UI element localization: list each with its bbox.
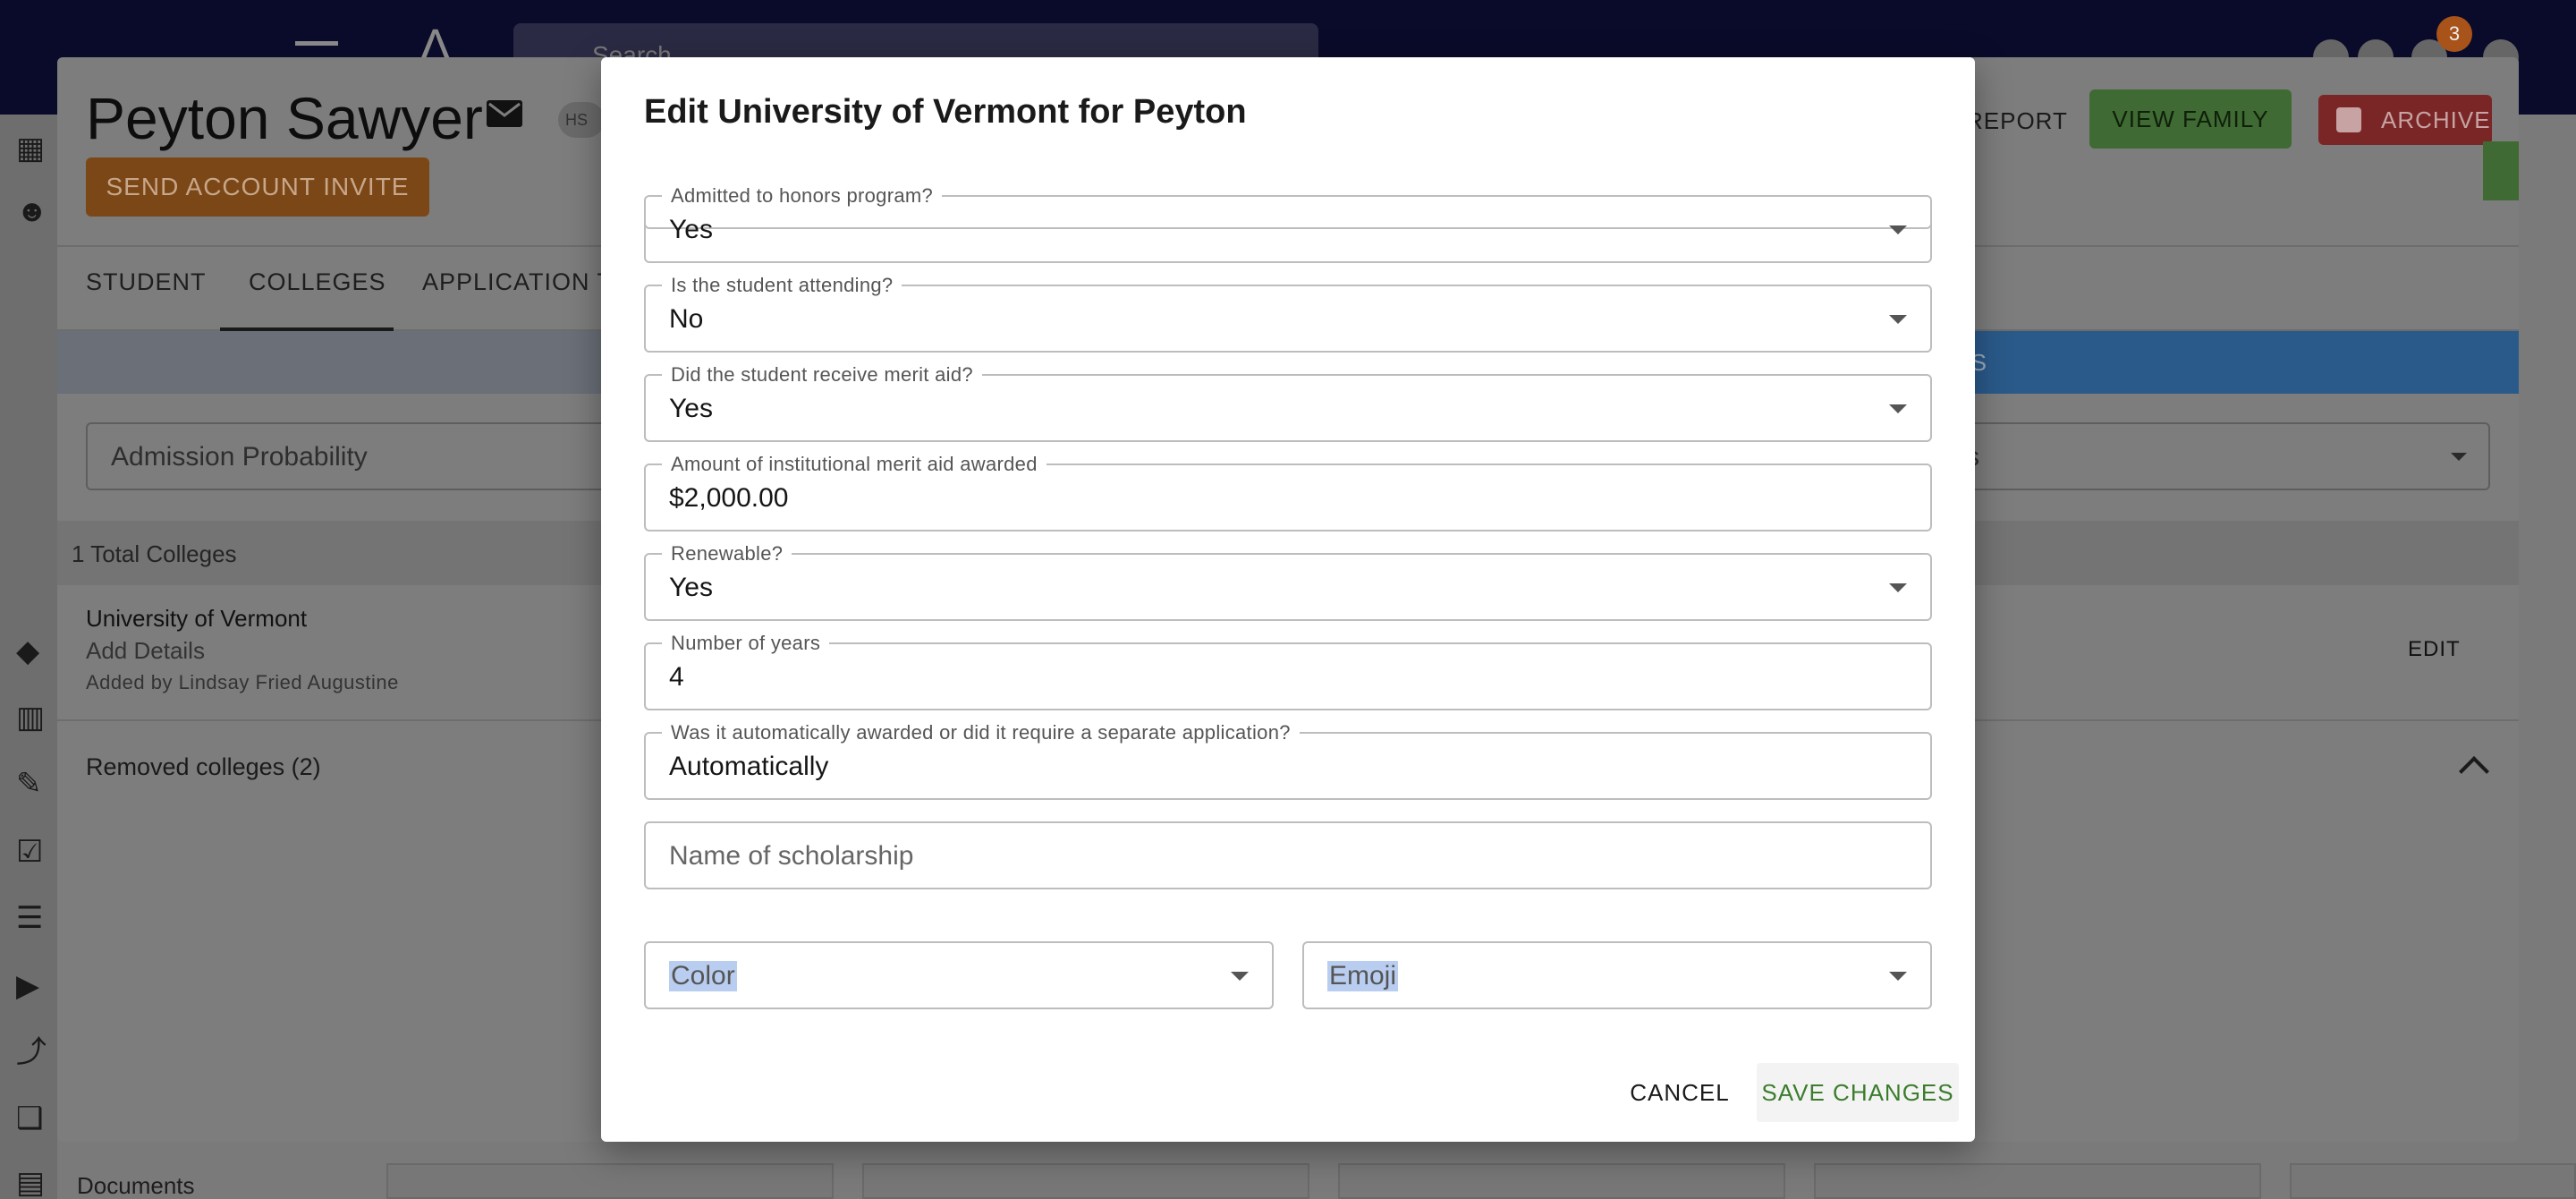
award-type-label: Was it automatically awarded or did it r… bbox=[662, 721, 1300, 744]
chevron-down-icon bbox=[1889, 225, 1907, 234]
graph-icon[interactable]: ✎ bbox=[16, 768, 55, 800]
attending-select[interactable]: Is the student attending? No bbox=[644, 274, 1932, 353]
color-placeholder: Color bbox=[669, 961, 737, 991]
honors-program-select[interactable]: Admitted to honors program? Yes bbox=[644, 184, 1932, 263]
merge-icon[interactable]: ⤴ bbox=[16, 1036, 55, 1068]
chevron-down-icon bbox=[1889, 583, 1907, 592]
columns-icon[interactable]: ▥ bbox=[16, 702, 55, 734]
document-icon[interactable]: ▤ bbox=[16, 1167, 55, 1199]
emoji-select[interactable]: Emoji bbox=[1302, 941, 1932, 1009]
chevron-up-icon[interactable] bbox=[2459, 756, 2489, 787]
chevron-down-icon bbox=[1231, 972, 1249, 981]
edit-college-dialog: Edit University of Vermont for Peyton Ad… bbox=[601, 57, 1975, 1142]
honors-program-value: Yes bbox=[669, 215, 713, 244]
book-icon[interactable]: ❑ bbox=[16, 1102, 55, 1135]
dashboard-icon[interactable]: ▦ bbox=[16, 132, 55, 165]
number-of-years-value: 4 bbox=[669, 662, 684, 692]
chevron-down-icon bbox=[1889, 972, 1907, 981]
chevron-down-icon bbox=[1889, 404, 1907, 413]
renewable-select[interactable]: Renewable? Yes bbox=[644, 542, 1932, 621]
number-of-years-input[interactable]: Number of years 4 bbox=[644, 632, 1932, 710]
emoji-placeholder: Emoji bbox=[1327, 961, 1399, 991]
people-icon[interactable]: ☻ bbox=[16, 195, 55, 227]
notification-badge: 3 bbox=[2436, 16, 2472, 52]
bottom-card bbox=[2290, 1163, 2576, 1199]
merit-aid-label: Did the student receive merit aid? bbox=[662, 363, 982, 387]
chevron-down-icon bbox=[1889, 315, 1907, 324]
college-added-by: Added by Lindsay Fried Augustine bbox=[86, 671, 399, 693]
merit-amount-label: Amount of institutional merit aid awarde… bbox=[662, 453, 1046, 476]
video-icon[interactable]: ▶ bbox=[16, 970, 55, 1002]
checklist-icon[interactable]: ☑ bbox=[16, 836, 55, 868]
merit-amount-value: $2,000.00 bbox=[669, 483, 789, 513]
bottom-card bbox=[1338, 1163, 1785, 1199]
color-select[interactable]: Color bbox=[644, 941, 1274, 1009]
bottom-card bbox=[862, 1163, 1309, 1199]
college-name[interactable]: University of Vermont bbox=[86, 605, 307, 633]
sidebar-item-documents[interactable]: Documents bbox=[77, 1172, 195, 1199]
merit-amount-input[interactable]: Amount of institutional merit aid awarde… bbox=[644, 453, 1932, 531]
honors-program-label: Admitted to honors program? bbox=[662, 184, 943, 208]
attending-value: No bbox=[669, 304, 704, 334]
sidebar: ▦ ☻ ◆ ▥ ✎ ☑ ☰ ▶ ⤴ ❑ ▤ bbox=[0, 115, 57, 1199]
college-add-details[interactable]: Add Details bbox=[86, 637, 205, 665]
school-icon[interactable]: ◆ bbox=[16, 635, 55, 668]
renewable-label: Renewable? bbox=[662, 542, 792, 565]
merit-aid-value: Yes bbox=[669, 394, 713, 423]
number-of-years-label: Number of years bbox=[662, 632, 830, 655]
scholarship-name-placeholder: Name of scholarship bbox=[669, 841, 914, 871]
cancel-button[interactable]: CANCEL bbox=[1626, 1063, 1733, 1122]
bottom-card bbox=[1814, 1163, 2261, 1199]
scholarship-name-input[interactable]: Name of scholarship bbox=[644, 821, 1932, 889]
bottom-card bbox=[386, 1163, 834, 1199]
award-type-input[interactable]: Was it automatically awarded or did it r… bbox=[644, 721, 1932, 800]
dialog-title: Edit University of Vermont for Peyton bbox=[644, 93, 1247, 131]
edit-college-button[interactable]: EDIT bbox=[2408, 637, 2461, 662]
save-changes-button[interactable]: SAVE CHANGES bbox=[1757, 1063, 1959, 1122]
renewable-value: Yes bbox=[669, 573, 713, 602]
merit-aid-select[interactable]: Did the student receive merit aid? Yes bbox=[644, 363, 1932, 442]
attending-label: Is the student attending? bbox=[662, 274, 902, 297]
award-type-value: Automatically bbox=[669, 752, 829, 781]
list-icon[interactable]: ☰ bbox=[16, 902, 55, 934]
removed-colleges-toggle[interactable]: Removed colleges (2) bbox=[86, 753, 321, 781]
